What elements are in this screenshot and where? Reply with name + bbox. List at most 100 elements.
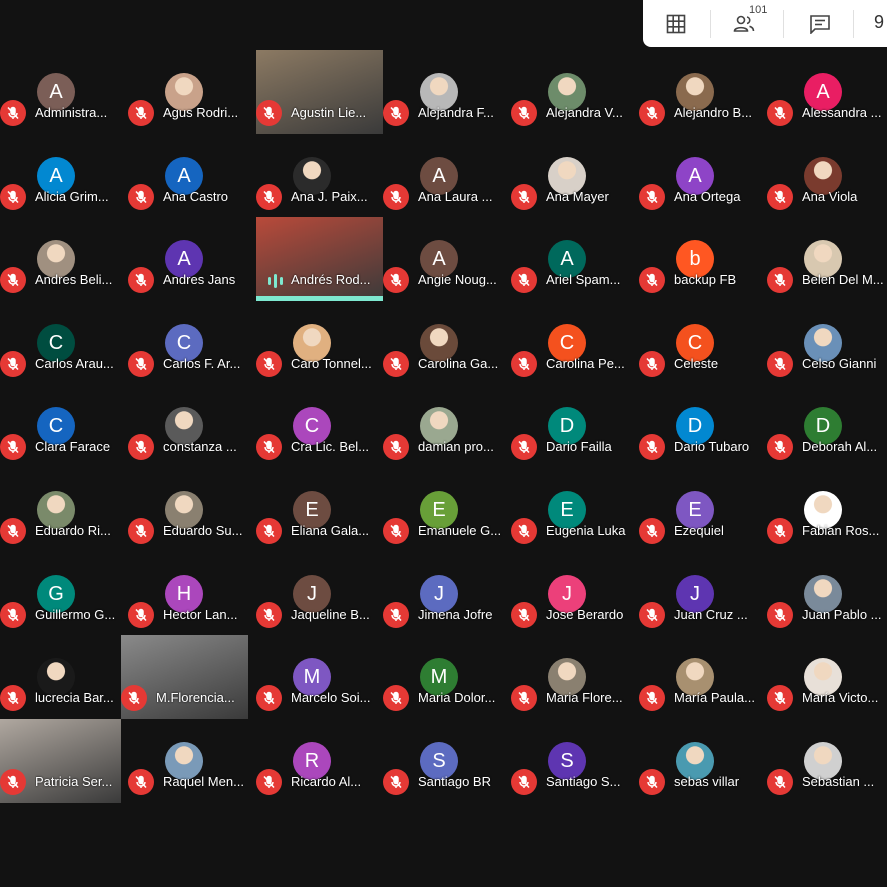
participant-tile[interactable]: M.Florencia...: [121, 635, 248, 719]
participant-tile[interactable]: E Eliana Gala...: [256, 468, 384, 552]
participant-tile[interactable]: A Ana Castro: [128, 134, 256, 218]
participant-tile[interactable]: María Victo...: [767, 635, 887, 719]
participant-tile[interactable]: sebas villar: [639, 719, 767, 803]
participant-tile[interactable]: b backup FB: [639, 217, 767, 301]
participant-tile[interactable]: Ana J. Paix...: [256, 134, 384, 218]
participant-tile[interactable]: Sebastian ...: [767, 719, 887, 803]
participant-tile[interactable]: D Dario Failla: [511, 384, 639, 468]
participant-tile[interactable]: H Hector Lan...: [128, 552, 256, 636]
participant-tile[interactable]: D Dario Tubaro: [639, 384, 767, 468]
participant-tile[interactable]: Eduardo Ri...: [0, 468, 128, 552]
participant-tile[interactable]: C Carolina Pe...: [511, 301, 639, 385]
participant-tile[interactable]: Alejandro B...: [639, 50, 767, 134]
participant-tile[interactable]: J Jaqueline B...: [256, 552, 384, 636]
mic-muted-icon: [128, 267, 154, 293]
participant-tile[interactable]: C Celeste: [639, 301, 767, 385]
participant-tile[interactable]: G Guillermo G...: [0, 552, 128, 636]
participant-tile[interactable]: Alejandra F...: [383, 50, 511, 134]
participant-name: Ana Viola: [802, 189, 858, 204]
participant-tile[interactable]: J Jimena Jofre: [383, 552, 511, 636]
participant-tile[interactable]: M Marcelo Soi...: [256, 635, 384, 719]
participant-name: Eduardo Su...: [163, 523, 243, 538]
participant-tile[interactable]: C Carlos Arau...: [0, 301, 128, 385]
participants-count: 101: [749, 4, 768, 16]
participant-tile[interactable]: lucrecia Bar...: [0, 635, 128, 719]
participant-tile[interactable]: Carolina Ga...: [383, 301, 511, 385]
participant-tile[interactable]: Maria Flore...: [511, 635, 639, 719]
mic-muted-icon: [256, 351, 282, 377]
participant-tile[interactable]: A Alessandra ...: [767, 50, 887, 134]
participant-tile[interactable]: R Ricardo Al...: [256, 719, 384, 803]
participant-tile[interactable]: J Jose Berardo: [511, 552, 639, 636]
participant-tile[interactable]: Andres Beli...: [0, 217, 128, 301]
participant-tile[interactable]: Agustin Lie...: [256, 50, 383, 134]
toolbar-divider: [783, 10, 784, 38]
participant-tile[interactable]: Alejandra V...: [511, 50, 639, 134]
mic-muted-icon: [383, 769, 409, 795]
mic-muted-icon: [256, 518, 282, 544]
participant-tile[interactable]: Patricia Ser...: [0, 719, 121, 803]
toolbar-divider: [853, 10, 854, 38]
participant-tile[interactable]: A Ana Laura ...: [383, 134, 511, 218]
participant-tile[interactable]: A Administra...: [0, 50, 128, 134]
mic-muted-icon: [767, 351, 793, 377]
participant-name: María Paula...: [674, 690, 755, 705]
participant-tile[interactable]: Belen Del M...: [767, 217, 887, 301]
mic-muted-icon: [0, 769, 26, 795]
participant-tile[interactable]: Raquel Men...: [128, 719, 256, 803]
top-toolbar: 101 9: [643, 0, 887, 47]
mic-muted-icon: [0, 518, 26, 544]
participant-tile[interactable]: A Angie Noug...: [383, 217, 511, 301]
participant-name: Maria Dolor...: [418, 690, 496, 705]
participant-tile[interactable]: A Ana Ortega: [639, 134, 767, 218]
participant-name: Raquel Men...: [163, 774, 244, 789]
participant-tile[interactable]: E Eugenia Luka: [511, 468, 639, 552]
mic-muted-icon: [767, 434, 793, 460]
participant-tile[interactable]: E Emanuele G...: [383, 468, 511, 552]
participant-tile[interactable]: Eduardo Su...: [128, 468, 256, 552]
participant-tile[interactable]: A Andres Jans: [128, 217, 256, 301]
participant-name: Jaqueline B...: [291, 607, 370, 622]
participant-tile[interactable]: Fabian Ros...: [767, 468, 887, 552]
participant-name: damian pro...: [418, 439, 494, 454]
participant-tile[interactable]: A Alicia Grim...: [0, 134, 128, 218]
participant-name: lucrecia Bar...: [35, 690, 114, 705]
participant-tile[interactable]: S Santiago BR: [383, 719, 511, 803]
participant-tile[interactable]: A Ariel Spam...: [511, 217, 639, 301]
mic-muted-icon: [639, 100, 665, 126]
participant-tile[interactable]: constanza ...: [128, 384, 256, 468]
mic-muted-icon: [511, 434, 537, 460]
participant-tile[interactable]: C Clara Farace: [0, 384, 128, 468]
chat-icon: [810, 15, 830, 34]
mic-muted-icon: [0, 351, 26, 377]
participant-tile[interactable]: E Ezequiel: [639, 468, 767, 552]
participant-tile[interactable]: María Paula...: [639, 635, 767, 719]
participant-tile[interactable]: Caro Tonnel...: [256, 301, 384, 385]
participants-button[interactable]: 101: [733, 4, 773, 40]
participant-name: Deborah Al...: [802, 439, 878, 454]
participant-tile[interactable]: Andrés Rod...: [256, 217, 383, 301]
participant-name: Ana Ortega: [674, 189, 741, 204]
participant-tile[interactable]: D Deborah Al...: [767, 384, 887, 468]
mic-muted-icon: [639, 434, 665, 460]
participant-tile[interactable]: C Cra Lic. Bel...: [256, 384, 384, 468]
toolbar-more-text[interactable]: 9: [874, 12, 884, 33]
grid-layout-button[interactable]: [663, 8, 689, 40]
participant-tile[interactable]: Juan Pablo ...: [767, 552, 887, 636]
participant-tile[interactable]: Ana Viola: [767, 134, 887, 218]
participant-name: Alejandro B...: [674, 105, 753, 120]
participant-name: sebas villar: [674, 774, 740, 789]
participant-tile[interactable]: Celso Gianni: [767, 301, 887, 385]
participant-tile[interactable]: J Juan Cruz ...: [639, 552, 767, 636]
mic-muted-icon: [383, 434, 409, 460]
mic-muted-icon: [0, 100, 26, 126]
participant-tile[interactable]: Ana Mayer: [511, 134, 639, 218]
participant-name: constanza ...: [163, 439, 237, 454]
chat-button[interactable]: [808, 8, 832, 40]
participant-tile[interactable]: M Maria Dolor...: [383, 635, 511, 719]
participant-tile[interactable]: S Santiago S...: [511, 719, 639, 803]
participant-tile[interactable]: C Carlos F. Ar...: [128, 301, 256, 385]
participant-tile[interactable]: Agus Rodri...: [128, 50, 256, 134]
participant-tile[interactable]: damian pro...: [383, 384, 511, 468]
participant-name: Eugenia Luka: [546, 523, 626, 538]
